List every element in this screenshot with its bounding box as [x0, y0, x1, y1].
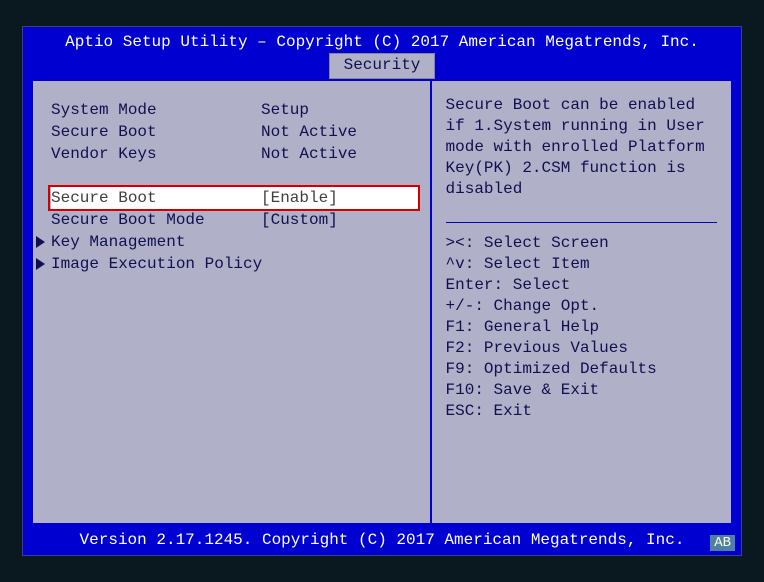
hotkey-optimized-defaults: F9: Optimized Defaults: [446, 359, 717, 380]
info-value: Not Active: [261, 121, 418, 143]
submenu-image-execution-policy[interactable]: Image Execution Policy: [51, 253, 418, 275]
info-row-secure-boot: Secure Boot Not Active: [51, 121, 418, 143]
bios-setup-window: Aptio Setup Utility – Copyright (C) 2017…: [22, 26, 742, 556]
option-value: [Enable]: [261, 187, 418, 209]
submenu-key-management[interactable]: Key Management: [51, 231, 418, 253]
right-panel: Secure Boot can be enabled if 1.System r…: [432, 81, 731, 523]
option-secure-boot-mode[interactable]: Secure Boot Mode [Custom]: [51, 209, 418, 231]
main-area: System Mode Setup Secure Boot Not Active…: [31, 79, 733, 525]
info-label: System Mode: [51, 99, 261, 121]
option-label: Secure Boot Mode: [51, 209, 261, 231]
info-row-vendor-keys: Vendor Keys Not Active: [51, 143, 418, 165]
info-value: Setup: [261, 99, 418, 121]
submenu-label: Key Management: [51, 231, 185, 253]
help-text: Secure Boot can be enabled if 1.System r…: [446, 95, 717, 200]
option-label: Secure Boot: [51, 187, 261, 209]
footer-text: Version 2.17.1245. Copyright (C) 2017 Am…: [23, 525, 741, 555]
hotkey-general-help: F1: General Help: [446, 317, 717, 338]
triangle-icon: [36, 236, 45, 248]
option-secure-boot[interactable]: Secure Boot [Enable]: [51, 187, 418, 209]
hotkey-esc-exit: ESC: Exit: [446, 401, 717, 422]
info-value: Not Active: [261, 143, 418, 165]
tab-security[interactable]: Security: [329, 53, 436, 79]
header-title: Aptio Setup Utility – Copyright (C) 2017…: [23, 27, 741, 53]
divider: [446, 222, 717, 223]
hotkey-select-screen: ><: Select Screen: [446, 233, 717, 254]
tab-bar: Security: [23, 53, 741, 79]
submenu-label: Image Execution Policy: [51, 253, 262, 275]
hotkey-previous-values: F2: Previous Values: [446, 338, 717, 359]
info-label: Vendor Keys: [51, 143, 261, 165]
info-label: Secure Boot: [51, 121, 261, 143]
hotkey-select-item: ^v: Select Item: [446, 254, 717, 275]
hotkey-save-exit: F10: Save & Exit: [446, 380, 717, 401]
hotkey-change-opt: +/-: Change Opt.: [446, 296, 717, 317]
option-value: [Custom]: [261, 209, 418, 231]
corner-badge: AB: [710, 535, 735, 551]
left-panel: System Mode Setup Secure Boot Not Active…: [33, 81, 432, 523]
triangle-icon: [36, 258, 45, 270]
hotkey-enter: Enter: Select: [446, 275, 717, 296]
info-row-system-mode: System Mode Setup: [51, 99, 418, 121]
